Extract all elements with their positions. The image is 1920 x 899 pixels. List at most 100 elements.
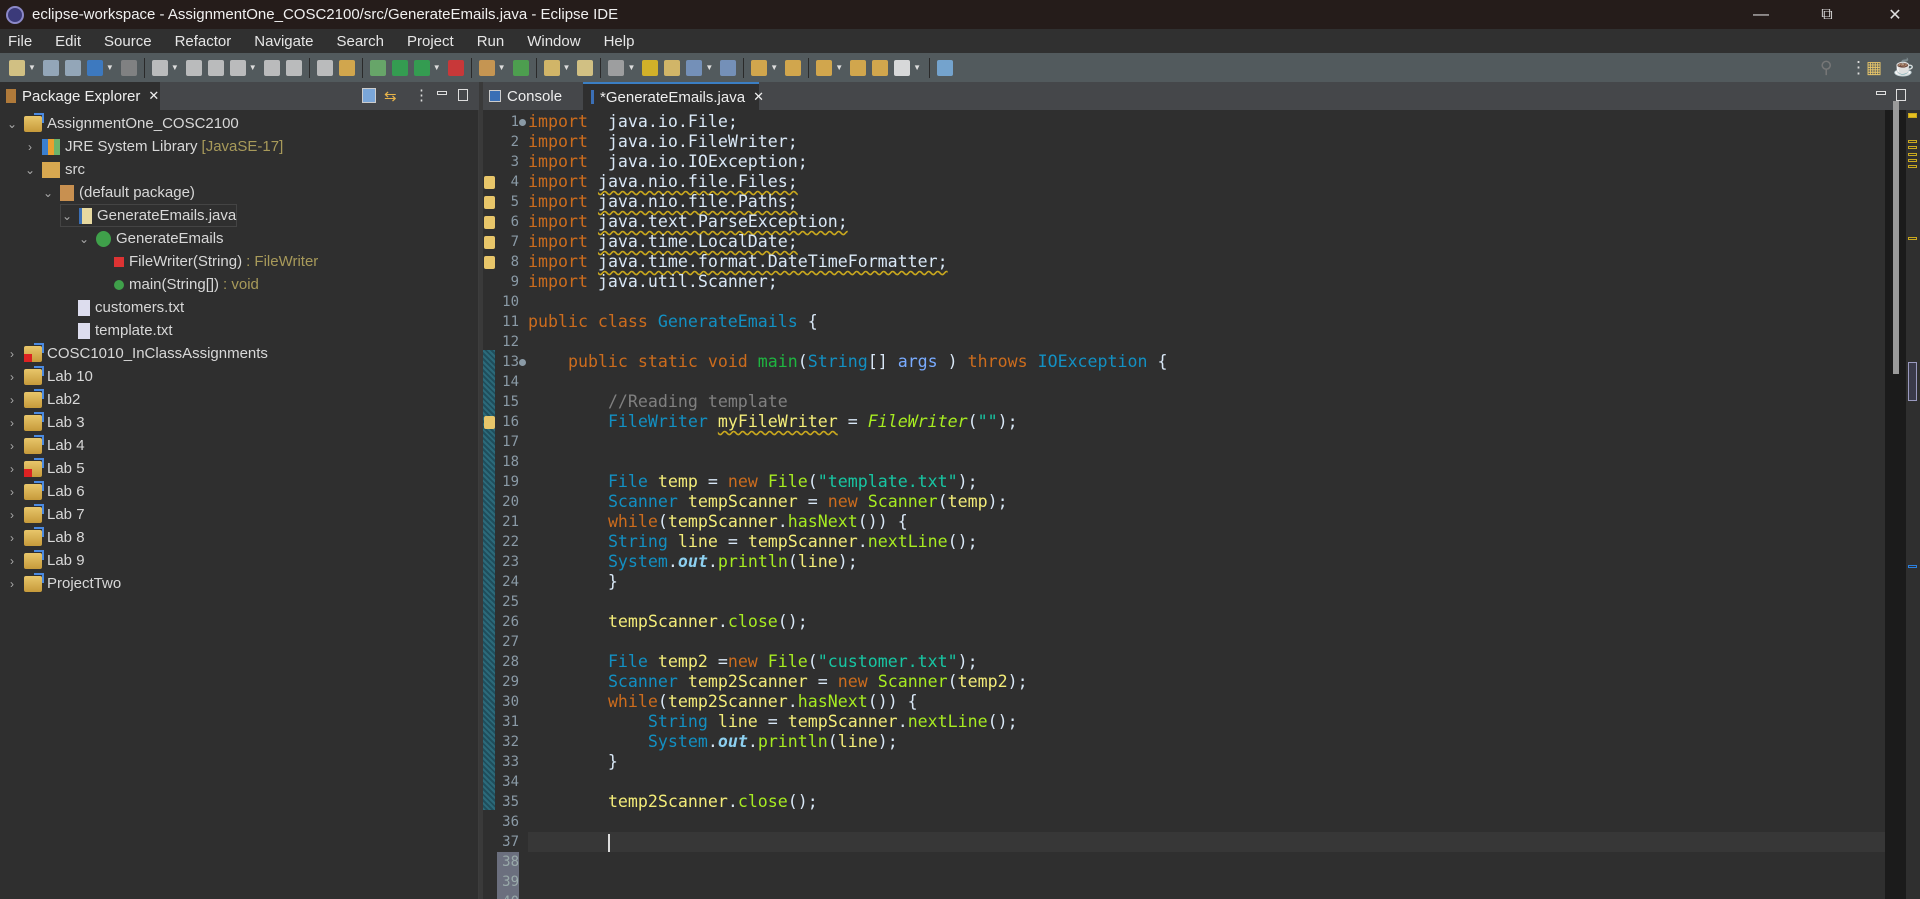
code-line[interactable]: import java.text.ParseException; xyxy=(528,212,848,232)
dropdown-arrow-icon[interactable]: ▼ xyxy=(106,63,114,72)
toolbar-icon[interactable] xyxy=(369,59,386,76)
close-window-button[interactable]: ✕ xyxy=(1872,0,1918,29)
menu-navigate[interactable]: Navigate xyxy=(254,33,313,50)
chevron-right-icon[interactable]: › xyxy=(6,439,18,453)
tree-item[interactable]: ⌄ (default package) xyxy=(42,181,195,204)
chevron-right-icon[interactable]: › xyxy=(6,508,18,522)
ruler-warning-mark[interactable] xyxy=(1908,140,1917,143)
warning-icon[interactable] xyxy=(484,416,495,429)
fold-toggle-icon[interactable] xyxy=(519,359,526,366)
tab-package-explorer[interactable]: Package Explorer ✕ xyxy=(0,82,160,110)
toolbar-icon[interactable] xyxy=(338,59,355,76)
toolbar-icon[interactable] xyxy=(720,59,737,76)
maximize-editor-icon[interactable] xyxy=(1896,89,1906,101)
toolbar-icon[interactable] xyxy=(316,59,333,76)
chevron-right-icon[interactable]: › xyxy=(6,485,18,499)
toolbar-icon[interactable] xyxy=(751,59,768,76)
editor-vertical-scrollbar[interactable] xyxy=(1885,101,1906,899)
toolbar-icon[interactable] xyxy=(872,59,889,76)
tree-item[interactable]: › Lab 8 xyxy=(6,526,85,549)
overview-ruler[interactable] xyxy=(1906,110,1920,899)
code-line[interactable]: import java.io.IOException; xyxy=(528,152,808,172)
chevron-down-icon[interactable]: ⌄ xyxy=(78,232,90,246)
menu-run[interactable]: Run xyxy=(477,33,505,50)
tree-item[interactable]: › ProjectTwo xyxy=(6,572,121,595)
dropdown-arrow-icon[interactable]: ▼ xyxy=(770,63,778,72)
toolbar-icon[interactable] xyxy=(478,59,495,76)
dropdown-arrow-icon[interactable]: ▼ xyxy=(705,63,713,72)
menu-source[interactable]: Source xyxy=(104,33,152,50)
ruler-warning-mark[interactable] xyxy=(1908,152,1917,156)
code-line[interactable]: import java.io.File; xyxy=(528,112,738,132)
toolbar-icon[interactable] xyxy=(9,59,25,76)
chevron-right-icon[interactable]: › xyxy=(6,393,18,407)
toolbar-icon[interactable] xyxy=(686,59,703,76)
code-line[interactable]: import java.nio.file.Paths; xyxy=(528,192,798,212)
code-line[interactable]: import java.time.LocalDate; xyxy=(528,232,798,252)
dropdown-arrow-icon[interactable]: ▼ xyxy=(249,63,257,72)
menu-edit[interactable]: Edit xyxy=(55,33,81,50)
code-line[interactable]: String line = tempScanner.nextLine(); xyxy=(528,712,1018,732)
warning-icon[interactable] xyxy=(484,256,495,269)
code-line[interactable]: Scanner tempScanner = new Scanner(temp); xyxy=(528,492,1008,512)
toolbar-icon[interactable] xyxy=(512,59,529,76)
toolbar-icon[interactable] xyxy=(577,59,594,76)
warning-icon[interactable] xyxy=(484,216,495,229)
open-perspective-icon[interactable]: ▦ xyxy=(1866,58,1882,78)
tree-item[interactable]: FileWriter(String): FileWriter xyxy=(96,250,318,273)
ruler-warning-mark[interactable] xyxy=(1908,158,1917,162)
menu-window[interactable]: Window xyxy=(527,33,580,50)
ruler-warning-mark[interactable] xyxy=(1908,165,1917,169)
code-line[interactable]: System.out.println(line); xyxy=(528,732,898,752)
menu-help[interactable]: Help xyxy=(604,33,635,50)
warning-icon[interactable] xyxy=(484,176,495,189)
toolbar-icon[interactable] xyxy=(263,59,280,76)
toolbar-icon[interactable] xyxy=(608,59,625,76)
code-line[interactable]: String line = tempScanner.nextLine(); xyxy=(528,532,978,552)
dropdown-arrow-icon[interactable]: ▼ xyxy=(171,63,179,72)
toolbar-icon[interactable] xyxy=(151,59,168,76)
link-with-editor-icon[interactable]: ⇆ xyxy=(384,87,397,105)
code-line[interactable]: import java.nio.file.Files; xyxy=(528,172,798,192)
warning-icon[interactable] xyxy=(484,236,495,249)
tree-item[interactable]: main(String[]): void xyxy=(96,273,259,296)
code-line[interactable]: import java.io.FileWriter; xyxy=(528,132,798,152)
tree-item[interactable]: ⌄ GenerateEmails.java xyxy=(60,204,238,227)
code-line[interactable]: public class GenerateEmails { xyxy=(528,312,818,332)
code-line[interactable]: File temp2 =new File("customer.txt"); xyxy=(528,652,978,672)
toolbar-icon[interactable] xyxy=(642,59,659,76)
chevron-right-icon[interactable]: › xyxy=(6,577,18,591)
view-menu-icon[interactable]: ⋮ xyxy=(414,86,429,104)
chevron-down-icon[interactable]: ⌄ xyxy=(42,186,54,200)
close-tab-icon[interactable]: ✕ xyxy=(753,89,764,105)
code-line[interactable] xyxy=(528,832,1885,852)
tree-item[interactable]: › JRE System Library [JavaSE-17] xyxy=(24,135,283,158)
ruler-warning-summary[interactable] xyxy=(1908,113,1917,118)
toolbar-icon[interactable] xyxy=(937,59,954,76)
scrollbar-thumb[interactable] xyxy=(1893,101,1899,374)
code-line[interactable]: //Reading template xyxy=(528,392,788,412)
code-line[interactable]: } xyxy=(528,752,618,772)
dropdown-arrow-icon[interactable]: ▼ xyxy=(835,63,843,72)
menu-project[interactable]: Project xyxy=(407,33,454,50)
code-line[interactable]: System.out.println(line); xyxy=(528,552,858,572)
maximize-view-icon[interactable] xyxy=(458,89,468,101)
toolbar-icon[interactable] xyxy=(42,59,59,76)
warning-icon[interactable] xyxy=(484,196,495,209)
chevron-right-icon[interactable]: › xyxy=(6,347,18,361)
tree-item[interactable]: ⌄ GenerateEmails xyxy=(78,227,224,250)
toolbar-icon[interactable] xyxy=(894,59,911,76)
dropdown-arrow-icon[interactable]: ▼ xyxy=(563,63,571,72)
code-line[interactable]: FileWriter myFileWriter = FileWriter("")… xyxy=(528,412,1018,432)
code-line[interactable]: Scanner temp2Scanner = new Scanner(temp2… xyxy=(528,672,1028,692)
tab-generateemails-java[interactable]: *GenerateEmails.java ✕ xyxy=(583,82,764,110)
toolbar-icon[interactable] xyxy=(120,59,137,76)
tree-item[interactable]: customers.txt xyxy=(60,296,184,319)
toolbar-icon[interactable] xyxy=(391,59,408,76)
dropdown-arrow-icon[interactable]: ▼ xyxy=(28,63,36,72)
restore-button[interactable]: ⧉ xyxy=(1804,0,1850,29)
toolbar-icon[interactable] xyxy=(207,59,224,76)
close-tab-icon[interactable]: ✕ xyxy=(148,88,159,104)
search-icon[interactable]: ⚲ xyxy=(1820,58,1832,78)
code-line[interactable]: File temp = new File("template.txt"); xyxy=(528,472,978,492)
